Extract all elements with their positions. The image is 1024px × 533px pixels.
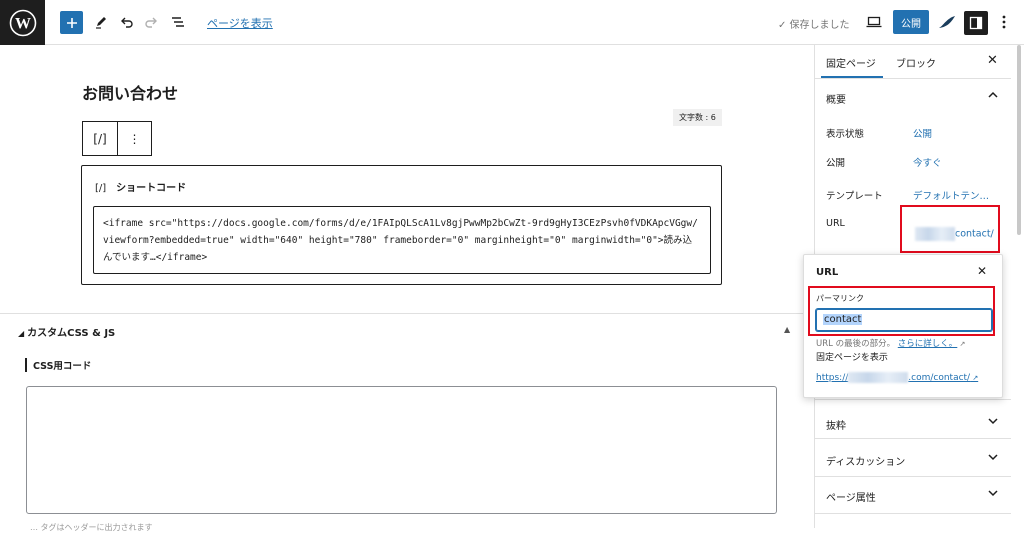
metabox-title-text: カスタムCSS & JS bbox=[27, 328, 116, 339]
chevron-down-icon[interactable] bbox=[988, 453, 998, 464]
close-icon[interactable]: ✕ bbox=[987, 53, 998, 68]
tools-button[interactable] bbox=[91, 12, 111, 32]
metabox-title[interactable]: ◢ カスタムCSS & JS bbox=[18, 324, 115, 339]
block-options-button[interactable]: ⋮ bbox=[116, 122, 151, 155]
publish-date-value[interactable]: 今すぐ bbox=[913, 155, 942, 169]
more-vertical-icon bbox=[1002, 15, 1006, 29]
permalink-help-text: URL の最後の部分。 さらに詳しく。 ↗ bbox=[816, 337, 965, 349]
list-view-button[interactable] bbox=[168, 12, 188, 32]
editor-canvas: お問い合わせ 文字数 : 6 [/] ⋮ [/] ショートコード <iframe … bbox=[0, 45, 807, 532]
chevron-up-icon[interactable] bbox=[988, 91, 998, 102]
chevron-down-icon[interactable] bbox=[988, 489, 998, 500]
link-suffix: .com/contact/ bbox=[908, 373, 971, 383]
divider bbox=[815, 399, 1011, 400]
jetpack-icon: ◢ bbox=[18, 329, 25, 338]
template-value[interactable]: デフォルトテン… bbox=[913, 188, 989, 202]
blurred-domain bbox=[848, 372, 909, 383]
settings-toggle-button[interactable] bbox=[964, 11, 988, 35]
publish-button[interactable]: 公開 bbox=[893, 10, 929, 34]
page-title[interactable]: お問い合わせ bbox=[82, 80, 178, 104]
sidebar-scrollbar[interactable] bbox=[1017, 45, 1021, 235]
jetpack-button[interactable] bbox=[937, 12, 957, 32]
svg-text:W: W bbox=[15, 15, 31, 32]
divider bbox=[815, 476, 1011, 477]
excerpt-panel-title[interactable]: 抜粋 bbox=[826, 417, 846, 432]
divider bbox=[815, 438, 1011, 439]
discussion-panel-title[interactable]: ディスカッション bbox=[826, 453, 905, 468]
summary-panel-title[interactable]: 概要 bbox=[826, 91, 846, 106]
help-text: URL の最後の部分。 bbox=[816, 339, 896, 349]
shortcode-input[interactable]: <iframe src="https://docs.google.com/for… bbox=[93, 206, 711, 274]
external-link-icon: ↗ bbox=[970, 374, 979, 382]
redo-button[interactable] bbox=[142, 12, 162, 32]
external-link-icon: ↗ bbox=[957, 340, 966, 348]
word-count-badge: 文字数 : 6 bbox=[673, 109, 722, 126]
active-tab-indicator bbox=[821, 76, 883, 78]
highlight-box-permalink bbox=[808, 286, 995, 336]
tab-block[interactable]: ブロック bbox=[896, 55, 936, 70]
visibility-value[interactable]: 公開 bbox=[913, 126, 932, 140]
css-code-label: CSS用コード bbox=[25, 358, 91, 372]
page-attributes-panel-title[interactable]: ページ属性 bbox=[826, 489, 876, 504]
add-block-button[interactable] bbox=[60, 11, 83, 34]
popover-title: URL bbox=[816, 267, 839, 278]
desktop-preview-icon bbox=[866, 16, 882, 28]
list-view-icon bbox=[172, 17, 184, 27]
pencil-icon bbox=[96, 17, 106, 29]
plus-icon bbox=[66, 17, 77, 28]
block-toolbar: [/] ⋮ bbox=[82, 121, 152, 156]
template-label: テンプレート bbox=[826, 191, 883, 202]
shortcode-icon: [/] bbox=[95, 183, 107, 194]
redo-icon bbox=[145, 17, 157, 28]
undo-icon bbox=[121, 17, 133, 28]
tab-page[interactable]: 固定ページ bbox=[826, 55, 876, 70]
saved-status: ✓ 保存しました bbox=[778, 20, 850, 31]
close-icon[interactable]: ✕ bbox=[977, 264, 987, 278]
shortcode-block-header: [/] ショートコード bbox=[95, 179, 186, 194]
preview-button[interactable] bbox=[864, 12, 884, 32]
css-code-textarea[interactable] bbox=[26, 386, 777, 514]
divider bbox=[815, 513, 1011, 514]
chevron-down-icon[interactable] bbox=[988, 417, 998, 428]
jetpack-icon bbox=[939, 16, 955, 28]
shortcode-block-switcher[interactable]: [/] bbox=[83, 122, 117, 155]
view-page-label: 固定ページを表示 bbox=[816, 353, 888, 363]
sidebar-tabs: 固定ページ ブロック ✕ bbox=[815, 45, 1011, 79]
learn-more-link[interactable]: さらに詳しく。 bbox=[898, 339, 958, 349]
editor-top-toolbar: W ページを表示 ✓ 保存しました 公開 bbox=[0, 0, 1024, 45]
highlight-box-url bbox=[900, 205, 1000, 253]
page-permalink-link[interactable]: https:// .com/contact/ ↗ bbox=[816, 372, 978, 383]
publish-date-label: 公開 bbox=[826, 158, 846, 169]
custom-css-js-metabox: ◢ カスタムCSS & JS ▲ CSS用コード … タグはヘッダーに出力されます bbox=[0, 313, 807, 532]
visibility-label: 表示状態 bbox=[826, 129, 865, 140]
chevron-up-icon[interactable]: ▲ bbox=[784, 325, 790, 334]
link-prefix: https:// bbox=[816, 373, 849, 383]
options-button[interactable] bbox=[994, 12, 1014, 32]
view-page-link[interactable]: ページを表示 bbox=[207, 15, 273, 31]
undo-button[interactable] bbox=[116, 12, 136, 32]
url-label: URL bbox=[826, 218, 845, 229]
wordpress-logo-icon[interactable]: W bbox=[0, 0, 45, 45]
sidebar-settings-icon bbox=[969, 16, 983, 30]
shortcode-label: ショートコード bbox=[116, 183, 187, 194]
shortcode-block[interactable]: [/] ショートコード <iframe src="https://docs.goo… bbox=[81, 165, 722, 285]
